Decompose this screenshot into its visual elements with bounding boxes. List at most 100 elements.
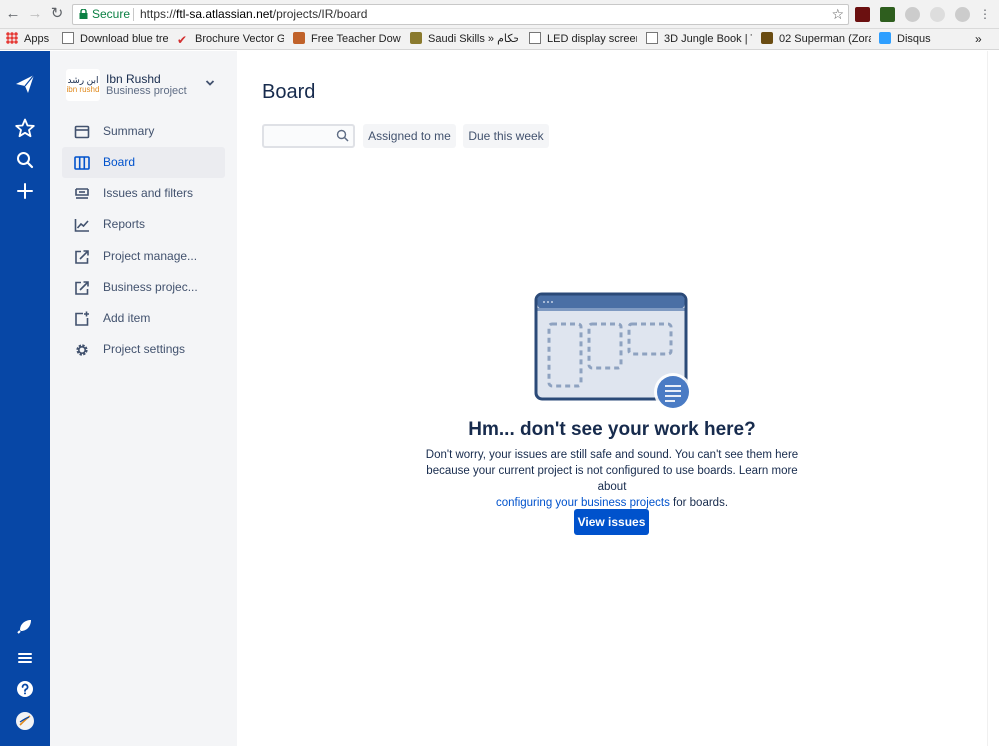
summary-icon [74,125,90,139]
sidebar-item-label: Add item [103,311,151,325]
project-sidebar: ابن رشد ibn rushd Ibn Rushd Business pro… [50,51,237,746]
lock-icon [79,9,88,19]
avatar-text-ar: ابن رشد [67,75,99,85]
empty-board-illustration [534,292,692,411]
bookmark-item[interactable]: Download blue trend [62,29,168,50]
search-icon[interactable] [14,149,36,171]
sidebar-item-label: Project manage... [103,249,198,263]
bookmark-label: Brochure Vector Gra [195,33,284,45]
configure-business-projects-link[interactable]: configuring your business projects [496,497,670,509]
extension-icon[interactable] [955,7,970,22]
filter-due-this-week[interactable]: Due this week [463,124,549,148]
address-bar[interactable]: Secure https://ftl-sa.atlassian.net/proj… [72,4,849,25]
bookmark-label: 02 Superman (Zorav [779,33,871,45]
reports-icon [74,219,89,232]
external-link-icon [75,250,89,264]
bookmark-apps[interactable]: Apps [6,29,58,50]
add-item-icon [75,311,89,326]
bookmark-item[interactable]: LED display screen,r [529,29,637,50]
external-link-icon [75,281,89,295]
url-path: /projects/IR/board [272,7,368,21]
apps-icon [6,32,18,44]
bookmarks-bar: Apps Download blue trend ✔ Brochure Vecto… [0,29,999,50]
help-icon[interactable] [14,678,36,700]
bookmark-item[interactable]: Disqus [879,29,939,50]
superman-icon [761,32,773,44]
bookmark-label: LED display screen,r [547,33,637,45]
board-search-input[interactable] [262,124,355,148]
bookmark-label: Saudi Skills » والأحكام [428,33,518,45]
page-title: Board [262,81,316,103]
forward-icon[interactable]: → [26,5,44,23]
page-icon [646,32,658,44]
search-icon [336,129,349,142]
sidebar-item-business-project[interactable]: Business projec... [62,272,225,303]
disqus-icon [879,32,891,44]
sidebar-item-add-item[interactable]: Add item [62,303,225,334]
page-icon [62,32,74,44]
issues-icon [75,188,89,199]
sidebar-item-board[interactable]: Board [62,147,225,178]
omnibox-separator [133,8,134,21]
gear-icon [76,344,88,356]
reload-icon[interactable]: ↻ [48,5,66,23]
menu-icon[interactable]: ⋮ [976,5,994,23]
project-avatar[interactable]: ابن رشد ibn rushd [66,69,100,101]
back-icon[interactable]: ← [4,5,22,23]
bookmark-item[interactable]: ✔ Brochure Vector Gra [177,29,284,50]
sidebar-item-project-settings[interactable]: Project settings [62,334,225,365]
page-scrollbar[interactable] [987,51,999,746]
empty-desc-text: Don't worry, your issues are still safe … [425,449,799,493]
page-icon [529,32,541,44]
bookmark-label: Free Teacher Downlo [311,33,401,45]
project-type: Business project [106,85,187,97]
bookmark-item[interactable]: Free Teacher Downlo [293,29,401,50]
url-text: https://ftl-sa.atlassian.net/projects/IR… [140,5,367,24]
sidebar-item-label: Reports [103,217,146,231]
jira-logo-icon[interactable] [14,73,36,95]
browser-toolbar: ← → ↻ Secure https://ftl-sa.atlassian.ne… [0,0,999,29]
sidebar-item-label: Project settings [103,342,186,356]
bookmark-item[interactable]: 3D Jungle Book | To [646,29,752,50]
project-name[interactable]: Ibn Rushd [106,72,161,86]
sidebar-item-project-management[interactable]: Project manage... [62,241,225,272]
bookmark-star-icon[interactable]: ☆ [831,5,844,24]
extension-icon[interactable] [905,7,920,22]
sidebar-item-issues[interactable]: Issues and filters [62,178,225,209]
board-icon [74,156,90,170]
url-host: ftl-sa.atlassian.net [176,7,273,21]
bookmark-label: Download blue trend [80,33,168,45]
bookmark-label: Apps [24,33,50,45]
rocket-icon[interactable] [14,615,36,637]
more-bookmarks-icon[interactable]: » [975,29,989,50]
star-icon[interactable] [14,117,36,139]
global-navigation [0,51,50,746]
skills-icon [410,32,422,44]
bookmark-label: 3D Jungle Book | To [664,33,752,45]
zoom-extension-icon[interactable] [930,7,945,22]
empty-desc-text-end: for boards. [673,497,729,509]
profile-avatar-icon[interactable] [14,710,36,732]
chevron-down-icon[interactable] [205,79,215,87]
sidebar-item-label: Issues and filters [103,186,194,200]
view-issues-button[interactable]: View issues [574,509,649,535]
sidebar-item-summary[interactable]: Summary [62,116,225,147]
filter-assigned-to-me[interactable]: Assigned to me [363,124,456,148]
secure-label: Secure [92,7,131,21]
create-icon[interactable] [14,180,36,202]
sidebar-item-label: Board [103,155,136,169]
sidebar-item-reports[interactable]: Reports [62,209,225,240]
bookmark-item[interactable]: 02 Superman (Zorav [761,29,871,50]
check-icon: ✔ [177,33,188,47]
bookmark-label: Disqus [897,33,931,45]
url-prefix: https:// [140,7,177,21]
menu-icon[interactable] [14,647,36,669]
empty-state-title: Hm... don't see your work here? [468,419,756,440]
pdf-extension-icon[interactable] [855,7,870,22]
sidebar-item-label: Summary [103,124,155,138]
empty-state-description: Don't worry, your issues are still safe … [412,447,812,511]
grammar-extension-icon[interactable] [880,7,895,22]
teacher-icon [293,32,305,44]
avatar-text-en: ibn rushd [66,85,100,94]
bookmark-item[interactable]: Saudi Skills » والأحكام [410,29,518,50]
